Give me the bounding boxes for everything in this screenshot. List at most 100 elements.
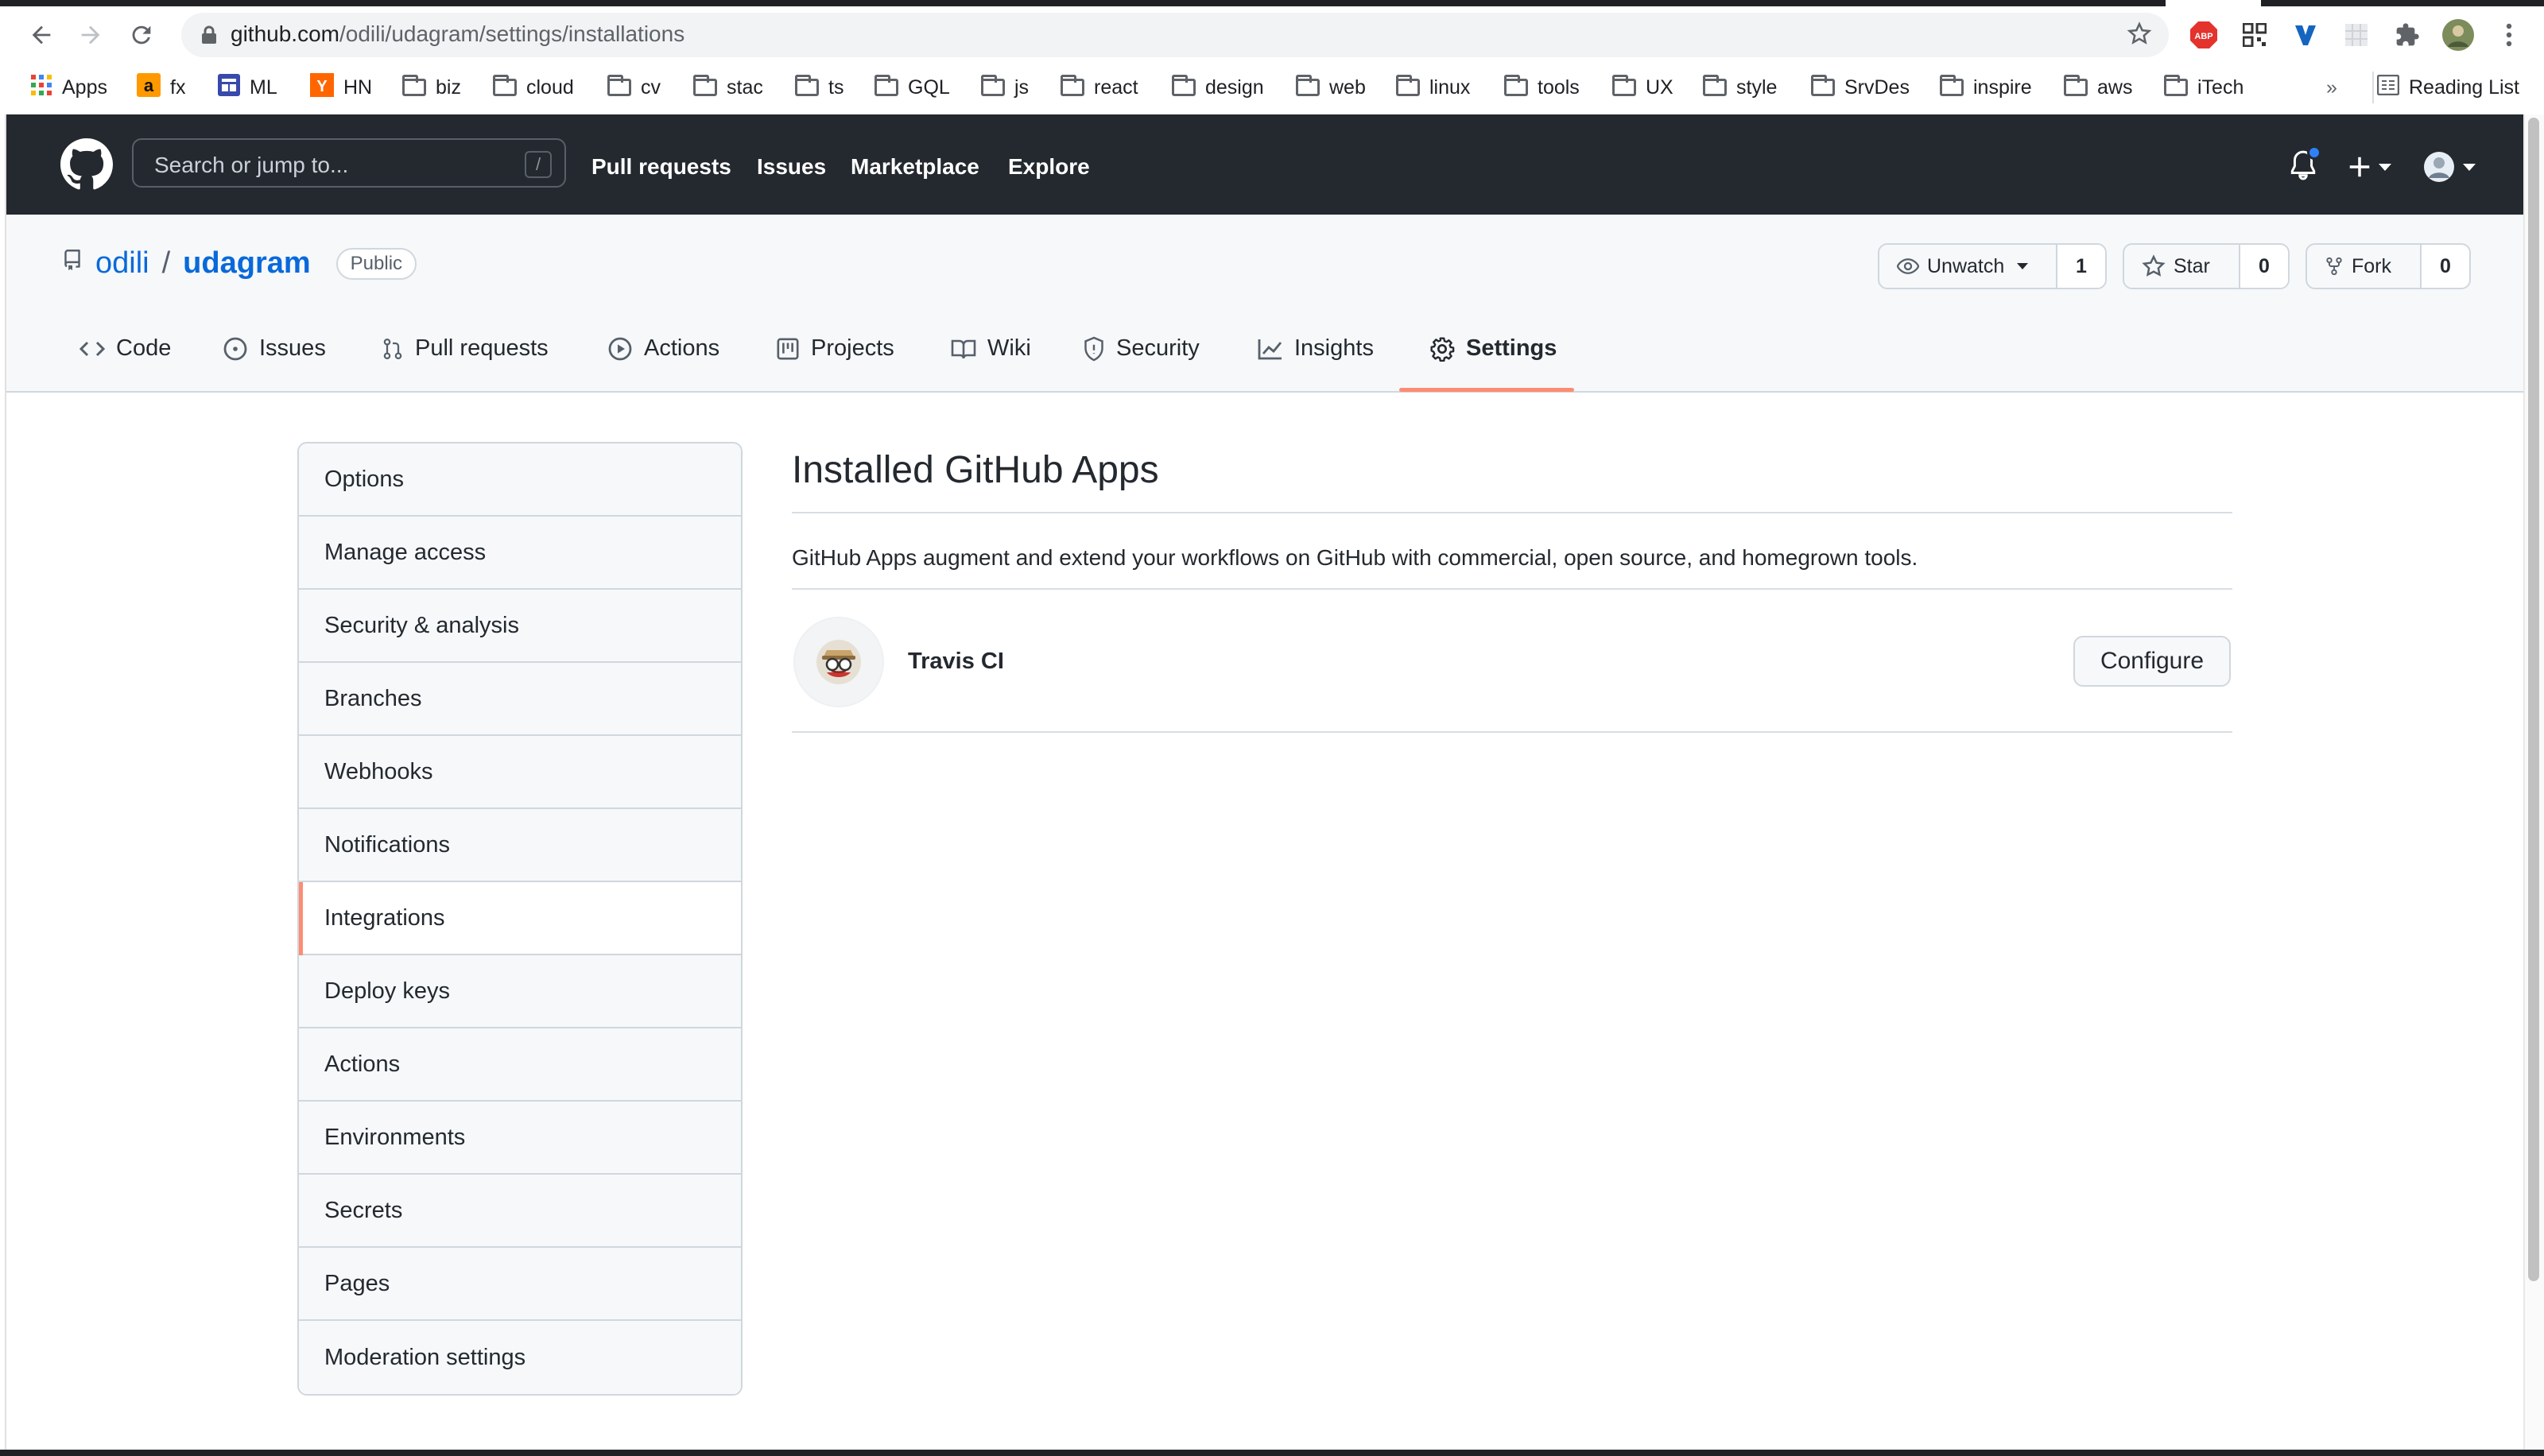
nav-issues[interactable]: Issues — [757, 154, 826, 180]
sidebar-item-integrations[interactable]: Integrations — [299, 882, 741, 955]
qr-icon[interactable] — [2237, 17, 2272, 52]
window-top-strip — [0, 0, 2544, 6]
profile-icon[interactable] — [2441, 17, 2476, 52]
bookmark-folder[interactable]: inspire — [1940, 72, 2032, 103]
sidebar-item-moderation-settings[interactable]: Moderation settings — [299, 1321, 741, 1394]
search-input[interactable]: Search or jump to... / — [132, 138, 566, 188]
bookmark-folder[interactable]: ts — [795, 72, 843, 103]
bookmark-hn[interactable]: Y HN — [310, 72, 372, 103]
bookmark-folder[interactable]: cloud — [493, 72, 574, 103]
configure-button[interactable]: Configure — [2073, 636, 2231, 687]
bookmark-label: GQL — [908, 76, 950, 99]
puzzle-icon[interactable] — [2390, 17, 2425, 52]
fork-label: Fork — [2352, 254, 2391, 277]
sidebar-item-security-analysis[interactable]: Security & analysis — [299, 590, 741, 663]
sidebar-item-pages[interactable]: Pages — [299, 1248, 741, 1321]
header-actions — [2290, 143, 2476, 191]
bookmark-folder[interactable]: iTech — [2164, 72, 2243, 103]
tab-pull-requests[interactable]: Pull requests — [382, 335, 549, 362]
chevron-down-icon — [2017, 263, 2029, 269]
folder-icon — [981, 75, 1005, 96]
sidebar-item-webhooks[interactable]: Webhooks — [299, 736, 741, 809]
grid-icon[interactable] — [2339, 17, 2374, 52]
tab-code[interactable]: Code — [80, 335, 171, 362]
bookmark-star-icon[interactable] — [2126, 21, 2153, 52]
tab-label: Insights — [1294, 335, 1374, 361]
fork-count[interactable]: 0 — [2422, 245, 2469, 288]
folder-icon — [1296, 75, 1320, 96]
nav-marketplace[interactable]: Marketplace — [851, 154, 979, 180]
bookmark-ml[interactable]: ML — [218, 72, 277, 103]
create-new-button[interactable] — [2348, 156, 2391, 178]
sidebar-item-options[interactable]: Options — [299, 443, 741, 517]
folder-icon — [607, 75, 631, 96]
bookmark-label: SrvDes — [1844, 76, 1910, 99]
bookmark-folder[interactable]: design — [1172, 72, 1264, 103]
sidebar-item-secrets[interactable]: Secrets — [299, 1175, 741, 1248]
bookmark-folder[interactable]: SrvDes — [1811, 72, 1910, 103]
sidebar-item-actions[interactable]: Actions — [299, 1028, 741, 1102]
tab-projects[interactable]: Projects — [776, 335, 894, 362]
github-logo-icon[interactable] — [60, 138, 113, 191]
bookmark-label: ts — [828, 76, 844, 99]
menu-icon[interactable] — [2492, 17, 2527, 52]
bookmark-folder[interactable]: web — [1296, 72, 1366, 103]
bookmark-folder[interactable]: aws — [2064, 72, 2132, 103]
active-tab-underline — [1399, 388, 1574, 392]
folder-icon — [493, 75, 517, 96]
nav-pull-requests[interactable]: Pull requests — [591, 154, 731, 180]
back-icon[interactable] — [24, 17, 59, 52]
bookmarks-overflow-button[interactable]: » — [2326, 72, 2337, 103]
nav-explore[interactable]: Explore — [1008, 154, 1090, 180]
tab-label: Code — [116, 335, 172, 361]
user-menu-button[interactable] — [2423, 151, 2476, 183]
reading-list-button[interactable]: Reading List — [2372, 72, 2519, 103]
bookmark-folder[interactable]: tools — [1504, 72, 1580, 103]
repo-name-link[interactable]: udagram — [183, 246, 310, 281]
scrollbar-thumb[interactable] — [2528, 118, 2539, 1281]
folder-icon — [2164, 75, 2188, 96]
sidebar-item-manage-access[interactable]: Manage access — [299, 517, 741, 590]
bookmark-fx[interactable]: a fx — [137, 72, 185, 103]
v-icon[interactable] — [2288, 17, 2323, 52]
issue-icon — [223, 337, 247, 360]
bookmark-folder[interactable]: linux — [1396, 72, 1470, 103]
watch-label: Unwatch — [1927, 254, 2005, 277]
sidebar-item-branches[interactable]: Branches — [299, 663, 741, 736]
fork-button[interactable]: Fork 0 — [2306, 243, 2471, 289]
bookmark-folder[interactable]: GQL — [874, 72, 950, 103]
bookmark-folder[interactable]: js — [981, 72, 1029, 103]
star-label: Star — [2174, 254, 2210, 277]
forward-icon[interactable] — [73, 17, 108, 52]
bookmark-folder[interactable]: biz — [402, 72, 461, 103]
repo-owner-link[interactable]: odili — [95, 246, 149, 281]
notifications-bell-icon[interactable] — [2290, 145, 2321, 184]
bookmark-folder[interactable]: react — [1061, 72, 1138, 103]
watch-button[interactable]: Unwatch 1 — [1878, 243, 2107, 289]
reload-icon[interactable] — [124, 17, 159, 52]
app-name: Travis CI — [908, 649, 1004, 674]
sidebar-item-environments[interactable]: Environments — [299, 1102, 741, 1175]
tab-security[interactable]: Security — [1083, 335, 1200, 362]
bookmark-folder[interactable]: UX — [1612, 72, 1673, 103]
star-button[interactable]: Star 0 — [2123, 243, 2290, 289]
tab-actions[interactable]: Actions — [607, 335, 719, 362]
bookmark-folder[interactable]: style — [1703, 72, 1777, 103]
star-count[interactable]: 0 — [2240, 245, 2288, 288]
page-description: GitHub Apps augment and extend your work… — [792, 545, 1918, 570]
bookmark-folder[interactable]: stac — [693, 72, 763, 103]
sidebar-item-notifications[interactable]: Notifications — [299, 809, 741, 882]
amazon-icon: a — [137, 72, 161, 103]
sidebar-item-deploy-keys[interactable]: Deploy keys — [299, 955, 741, 1028]
bookmark-folder[interactable]: cv — [607, 72, 661, 103]
avatar — [2424, 152, 2454, 182]
abp-icon[interactable]: ABP — [2186, 17, 2221, 52]
tab-issues[interactable]: Issues — [223, 335, 326, 362]
tab-insights[interactable]: Insights — [1258, 335, 1374, 362]
tab-wiki[interactable]: Wiki — [951, 335, 1031, 362]
tab-label: Actions — [644, 335, 720, 361]
bookmark-apps[interactable]: Apps — [30, 72, 107, 103]
tab-settings[interactable]: Settings — [1429, 335, 1557, 362]
watch-count[interactable]: 1 — [2057, 245, 2105, 288]
tab-label: Pull requests — [415, 335, 549, 361]
